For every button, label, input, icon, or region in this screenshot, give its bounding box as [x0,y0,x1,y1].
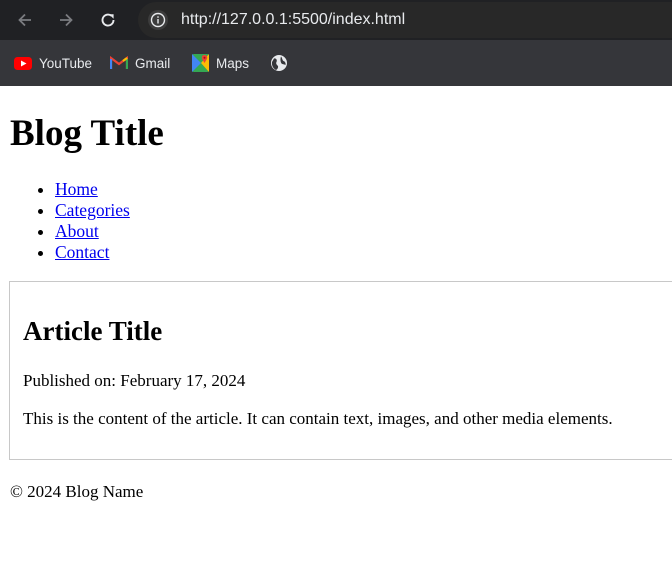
gmail-icon [110,56,128,69]
bookmark-youtube[interactable]: YouTube [14,52,92,74]
footer-copyright: © 2024 Blog Name [10,482,144,501]
browser-toolbar: http://127.0.0.1:5500/index.html [0,0,672,40]
nav-item-categories: Categories [55,200,130,221]
nav-link-contact[interactable]: Contact [55,242,109,262]
nav-link-about[interactable]: About [55,221,99,241]
maps-icon [192,54,209,72]
site-info-icon[interactable] [148,10,168,30]
info-icon [150,12,166,28]
nav-item-home: Home [55,179,130,200]
url-text[interactable]: http://127.0.0.1:5500/index.html [181,11,405,29]
main-nav: Home Categories About Contact [15,179,130,263]
forward-arrow-icon [60,13,73,27]
nav-item-contact: Contact [55,242,130,263]
reload-icon [101,13,115,27]
browser-chrome: http://127.0.0.1:5500/index.html YouTube… [0,0,672,86]
article-title: Article Title [23,316,163,346]
back-button[interactable] [13,8,37,32]
reload-button[interactable] [96,8,120,32]
nav-item-about: About [55,221,130,242]
address-bar[interactable]: http://127.0.0.1:5500/index.html [138,2,672,38]
bookmark-label: Maps [216,55,250,71]
bookmark-globe[interactable] [270,52,288,74]
youtube-icon [14,56,32,70]
article-content: This is the content of the article. It c… [23,409,613,428]
nav-link-home[interactable]: Home [55,179,98,199]
bookmarks-bar: YouTube Gmail Maps [0,40,672,86]
back-arrow-icon [18,13,31,27]
globe-icon [271,55,287,71]
article: Article Title Published on: February 17,… [9,281,672,460]
bookmark-label: Gmail [135,55,171,71]
article-published-date: Published on: February 17, 2024 [23,371,246,390]
bookmark-label: YouTube [39,55,93,71]
bookmark-gmail[interactable]: Gmail [110,52,170,74]
nav-link-categories[interactable]: Categories [55,200,130,220]
forward-button[interactable] [54,8,78,32]
blog-title: Blog Title [10,113,164,154]
bookmark-maps[interactable]: Maps [192,52,249,74]
